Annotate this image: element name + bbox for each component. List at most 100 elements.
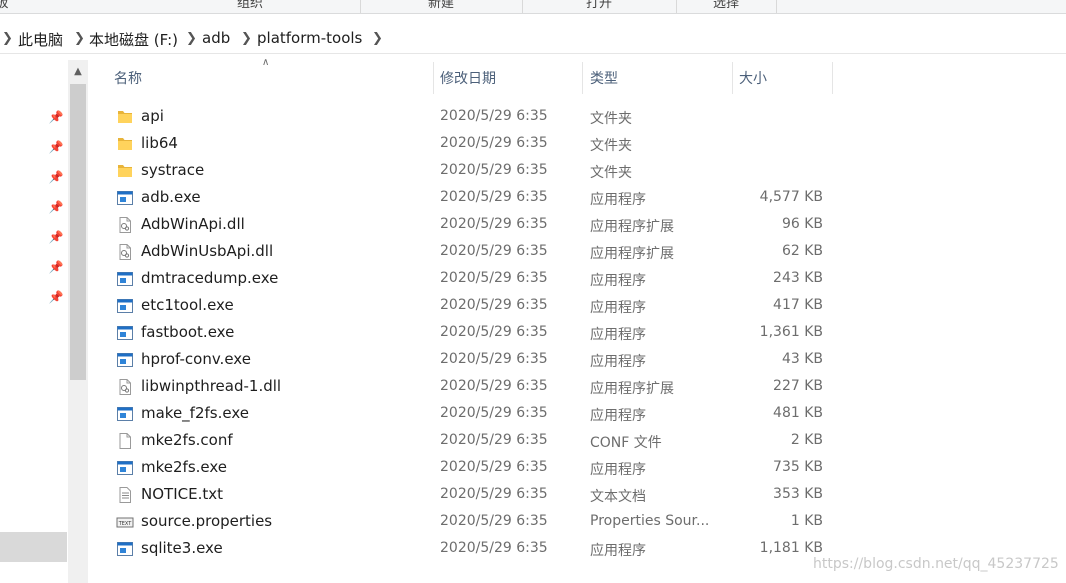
- chevron-right-icon[interactable]: ❯: [186, 31, 197, 46]
- file-date: 2020/5/29 6:35: [440, 270, 548, 286]
- file-type: 文本文档: [590, 489, 646, 505]
- file-name[interactable]: adb.exe: [141, 188, 201, 206]
- breadcrumb-adb[interactable]: adb: [202, 29, 230, 47]
- file-row[interactable]: TEXT source.properties 2020/5/29 6:35 Prope…: [110, 508, 835, 535]
- ribbon-group-board[interactable]: 板: [0, 0, 12, 13]
- file-row[interactable]: fastboot.exe 2020/5/29 6:35 应用程序 1,361 KB: [110, 319, 835, 346]
- file-row[interactable]: libwinpthread-1.dll 2020/5/29 6:35 应用程序扩展 2…: [110, 373, 835, 400]
- file-name[interactable]: mke2fs.exe: [141, 458, 227, 476]
- chevron-right-icon[interactable]: ❯: [2, 31, 13, 46]
- sort-ascending-icon: ∧: [262, 57, 270, 68]
- file-name[interactable]: AdbWinUsbApi.dll: [141, 242, 273, 260]
- pin-icon[interactable]: 📌: [48, 259, 64, 275]
- file-name[interactable]: libwinpthread-1.dll: [141, 377, 281, 395]
- file-date: 2020/5/29 6:35: [440, 243, 548, 259]
- ribbon-group-organize[interactable]: 组织: [140, 0, 361, 13]
- ribbon-group-new[interactable]: 新建: [360, 0, 523, 13]
- file-row[interactable]: mke2fs.conf 2020/5/29 6:35 CONF 文件 2 KB: [110, 427, 835, 454]
- file-size: 735 KB: [773, 459, 823, 475]
- file-size: 353 KB: [773, 486, 823, 502]
- column-header-date[interactable]: 修改日期: [440, 64, 496, 94]
- file-date: 2020/5/29 6:35: [440, 432, 548, 448]
- file-name[interactable]: lib64: [141, 134, 178, 152]
- file-type: 文件夹: [590, 138, 632, 154]
- file-type: 应用程序: [590, 354, 646, 370]
- column-divider[interactable]: [832, 62, 833, 94]
- nav-selected-item[interactable]: [0, 532, 67, 562]
- file-date: 2020/5/29 6:35: [440, 378, 548, 394]
- file-row[interactable]: AdbWinUsbApi.dll 2020/5/29 6:35 应用程序扩展 62 K…: [110, 238, 835, 265]
- address-bar[interactable]: ❯ 此电脑 ❯ 本地磁盘 (F:) ❯ adb ❯ platform-tools…: [0, 24, 1066, 54]
- file-row[interactable]: adb.exe 2020/5/29 6:35 应用程序 4,577 KB: [110, 184, 835, 211]
- file-row[interactable]: AdbWinApi.dll 2020/5/29 6:35 应用程序扩展 96 KB: [110, 211, 835, 238]
- file-name[interactable]: mke2fs.conf: [141, 431, 233, 449]
- file-date: 2020/5/29 6:35: [440, 540, 548, 556]
- nav-scrollbar[interactable]: ▲: [68, 60, 88, 583]
- file-name[interactable]: systrace: [141, 161, 204, 179]
- column-header-name[interactable]: 名称: [114, 64, 142, 94]
- file-date: 2020/5/29 6:35: [440, 486, 548, 502]
- folder-icon: [116, 108, 134, 126]
- file-row[interactable]: mke2fs.exe 2020/5/29 6:35 应用程序 735 KB: [110, 454, 835, 481]
- file-type: 应用程序: [590, 273, 646, 289]
- file-date: 2020/5/29 6:35: [440, 189, 548, 205]
- column-divider[interactable]: [732, 62, 733, 94]
- column-header-type[interactable]: 类型: [590, 64, 618, 94]
- file-name[interactable]: NOTICE.txt: [141, 485, 223, 503]
- chevron-right-icon[interactable]: ❯: [372, 31, 383, 46]
- chevron-right-icon[interactable]: ❯: [74, 31, 85, 46]
- file-name[interactable]: api: [141, 107, 164, 125]
- exe-icon: [116, 351, 134, 369]
- file-name[interactable]: make_f2fs.exe: [141, 404, 249, 422]
- file-type: Properties Sour...: [590, 513, 710, 529]
- exe-icon: [116, 540, 134, 558]
- file-size: 96 KB: [781, 216, 823, 232]
- file-row[interactable]: api 2020/5/29 6:35 文件夹: [110, 103, 835, 130]
- pin-icon[interactable]: 📌: [48, 289, 64, 305]
- chevron-right-icon[interactable]: ❯: [241, 31, 252, 46]
- file-size: 43 KB: [781, 351, 823, 367]
- pin-icon[interactable]: 📌: [48, 229, 64, 245]
- file-name[interactable]: etc1tool.exe: [141, 296, 234, 314]
- column-divider[interactable]: [433, 62, 434, 94]
- file-row[interactable]: make_f2fs.exe 2020/5/29 6:35 应用程序 481 KB: [110, 400, 835, 427]
- breadcrumb-platform-tools[interactable]: platform-tools: [257, 29, 362, 47]
- ribbon-group-open[interactable]: 打开: [522, 0, 677, 13]
- pin-icon[interactable]: 📌: [48, 139, 64, 155]
- file-date: 2020/5/29 6:35: [440, 162, 548, 178]
- file-row[interactable]: lib64 2020/5/29 6:35 文件夹: [110, 130, 835, 157]
- file-name[interactable]: sqlite3.exe: [141, 539, 223, 557]
- file-type: 应用程序: [590, 192, 646, 208]
- file-date: 2020/5/29 6:35: [440, 216, 548, 232]
- file-name[interactable]: source.properties: [141, 512, 272, 530]
- pin-icon[interactable]: 📌: [48, 199, 64, 215]
- breadcrumb-this-pc[interactable]: 此电脑: [18, 29, 63, 50]
- file-row[interactable]: NOTICE.txt 2020/5/29 6:35 文本文档 353 KB: [110, 481, 835, 508]
- file-row[interactable]: hprof-conv.exe 2020/5/29 6:35 应用程序 43 KB: [110, 346, 835, 373]
- file-row[interactable]: systrace 2020/5/29 6:35 文件夹: [110, 157, 835, 184]
- file-type: 应用程序扩展: [590, 219, 674, 235]
- file-type: 文件夹: [590, 165, 632, 181]
- exe-icon: [116, 297, 134, 315]
- pin-icon[interactable]: 📌: [48, 109, 64, 125]
- file-row[interactable]: sqlite3.exe 2020/5/29 6:35 应用程序 1,181 KB: [110, 535, 835, 562]
- file-size: 4,577 KB: [759, 189, 823, 205]
- scroll-up-arrow-icon[interactable]: ▲: [68, 62, 88, 82]
- scrollbar-thumb[interactable]: [70, 84, 86, 380]
- file-name[interactable]: hprof-conv.exe: [141, 350, 251, 368]
- pin-icon[interactable]: 📌: [48, 169, 64, 185]
- file-type: 应用程序: [590, 300, 646, 316]
- ribbon-group-select[interactable]: 选择: [676, 0, 777, 13]
- column-header-size[interactable]: 大小: [739, 64, 767, 94]
- file-row[interactable]: etc1tool.exe 2020/5/29 6:35 应用程序 417 KB: [110, 292, 835, 319]
- file-name[interactable]: AdbWinApi.dll: [141, 215, 245, 233]
- file-size: 1,361 KB: [759, 324, 823, 340]
- breadcrumb-drive-f[interactable]: 本地磁盘 (F:): [89, 29, 178, 50]
- dll-icon: [116, 378, 134, 396]
- file-name[interactable]: fastboot.exe: [141, 323, 234, 341]
- file-name[interactable]: dmtracedump.exe: [141, 269, 278, 287]
- file-row[interactable]: dmtracedump.exe 2020/5/29 6:35 应用程序 243 KB: [110, 265, 835, 292]
- column-divider[interactable]: [582, 62, 583, 94]
- file-type: 应用程序: [590, 543, 646, 559]
- file-size: 243 KB: [773, 270, 823, 286]
